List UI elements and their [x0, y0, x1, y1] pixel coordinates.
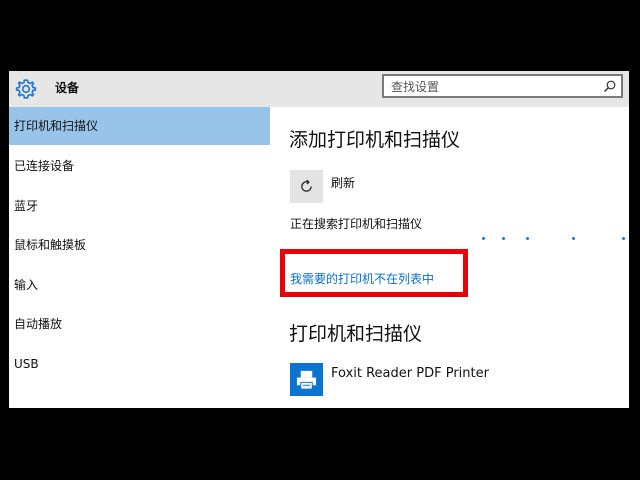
- sidebar-item-autoplay[interactable]: 自动播放: [9, 305, 270, 343]
- search-input[interactable]: [384, 77, 591, 97]
- main-content: 添加打印机和扫描仪 刷新 正在搜索打印机和扫描仪 我需要的打印机不在列表中 打印…: [270, 107, 629, 408]
- progress-dot: [482, 237, 485, 240]
- sidebar-item-bluetooth[interactable]: 蓝牙: [9, 187, 270, 225]
- printer-not-listed-link[interactable]: 我需要的打印机不在列表中: [290, 270, 434, 287]
- searching-status-text: 正在搜索打印机和扫描仪: [290, 217, 423, 231]
- add-printers-heading: 添加打印机和扫描仪: [289, 129, 461, 151]
- printer-name[interactable]: Foxit Reader PDF Printer: [331, 366, 489, 381]
- sidebar-item-label: 打印机和扫描仪: [14, 119, 99, 133]
- search-box[interactable]: [382, 74, 623, 98]
- progress-dot: [622, 237, 625, 240]
- gear-icon[interactable]: [14, 77, 38, 101]
- progress-dot: [572, 237, 575, 240]
- sidebar-item-label: 已连接设备: [14, 159, 75, 173]
- printer-icon[interactable]: [290, 363, 323, 396]
- sidebar-item-usb[interactable]: USB: [9, 345, 270, 383]
- sidebar-item-mouse-touchpad[interactable]: 鼠标和触摸板: [9, 226, 270, 264]
- sidebar-item-label: 输入: [14, 278, 39, 292]
- settings-window: 设备 打印机和扫描仪 已连接设备 蓝牙 鼠标和触摸板 输入 自动播放 US: [9, 71, 629, 408]
- refresh-icon: [301, 179, 312, 192]
- window-title: 设备: [55, 81, 80, 95]
- refresh-label[interactable]: 刷新: [331, 174, 355, 191]
- sidebar-item-label: 自动播放: [14, 317, 63, 331]
- sidebar: 打印机和扫描仪 已连接设备 蓝牙 鼠标和触摸板 输入 自动播放 USB: [9, 107, 270, 408]
- progress-dot: [502, 237, 505, 240]
- sidebar-item-connected-devices[interactable]: 已连接设备: [9, 147, 270, 185]
- progress-dot: [526, 237, 529, 240]
- printers-heading: 打印机和扫描仪: [289, 323, 423, 345]
- sidebar-item-label: 蓝牙: [14, 199, 39, 213]
- sidebar-item-typing[interactable]: 输入: [9, 266, 270, 304]
- search-icon[interactable]: [603, 79, 617, 93]
- sidebar-item-printers-scanners[interactable]: 打印机和扫描仪: [9, 107, 270, 145]
- printer-glyph: [296, 370, 317, 390]
- sidebar-item-label: 鼠标和触摸板: [14, 238, 87, 252]
- sidebar-item-label: USB: [14, 357, 39, 371]
- title-bar: 设备: [9, 71, 629, 107]
- refresh-button[interactable]: [290, 170, 323, 203]
